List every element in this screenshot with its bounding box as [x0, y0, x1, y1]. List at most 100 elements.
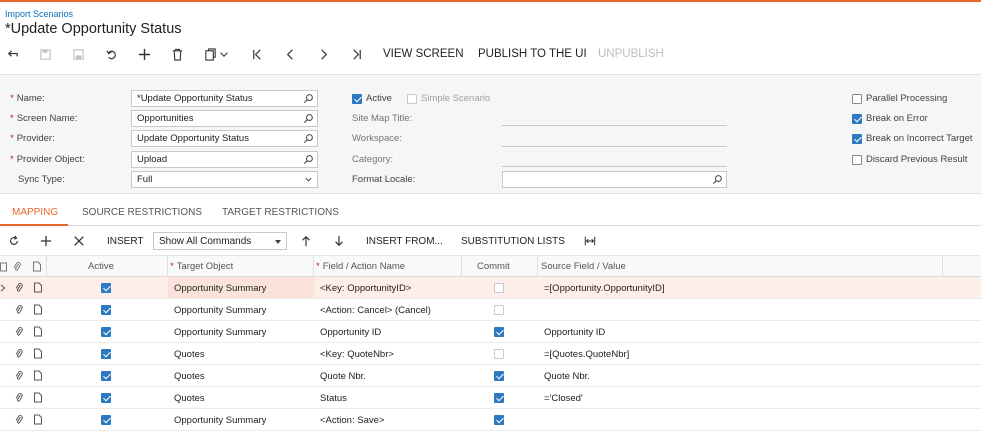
checkbox-unchecked[interactable] [852, 93, 862, 104]
break-on-error-checkbox[interactable]: Break on Error [852, 113, 928, 124]
field-action-cell[interactable]: Quote Nbr. [320, 371, 366, 382]
view-screen-button[interactable]: VIEW SCREEN [383, 48, 464, 60]
source-value-cell[interactable]: =[Quotes.QuoteNbr] [544, 349, 629, 360]
tab-mapping[interactable]: MAPPING [12, 207, 58, 218]
active-checkbox[interactable]: Active [352, 93, 392, 104]
checkbox-checked[interactable] [494, 393, 504, 403]
next-record-icon[interactable] [313, 43, 333, 65]
checkbox-checked[interactable] [494, 415, 504, 425]
checkbox-checked[interactable] [101, 349, 111, 359]
unpublish-button[interactable]: UNPUBLISH [598, 48, 664, 60]
delete-row-icon[interactable] [71, 233, 87, 249]
checkbox-unchecked[interactable] [852, 154, 862, 165]
sync-type-select[interactable]: Full [131, 171, 318, 188]
delete-icon[interactable] [167, 43, 187, 65]
paperclip-icon[interactable] [14, 370, 24, 381]
save-icon[interactable] [68, 43, 88, 65]
target-object-cell[interactable]: Opportunity Summary [174, 327, 266, 338]
table-row[interactable]: Quotes Status ='Closed' [0, 387, 981, 409]
target-object-cell[interactable]: Opportunity Summary [174, 305, 266, 316]
target-object-cell[interactable]: Opportunity Summary [174, 415, 266, 426]
checkbox-checked[interactable] [101, 305, 111, 315]
fit-columns-icon[interactable] [582, 233, 598, 249]
arrow-up-icon[interactable] [298, 233, 314, 249]
discard-previous-result-checkbox[interactable]: Discard Previous Result [852, 154, 967, 165]
note-icon[interactable] [33, 348, 43, 359]
paperclip-icon[interactable] [14, 392, 24, 403]
note-icon[interactable] [33, 304, 43, 315]
add-icon[interactable] [134, 43, 154, 65]
table-row[interactable]: Quotes Quote Nbr. Quote Nbr. [0, 365, 981, 387]
format-locale-field[interactable] [502, 171, 727, 188]
undo-icon[interactable] [101, 43, 121, 65]
arrow-down-icon[interactable] [331, 233, 347, 249]
source-value-cell[interactable]: Quote Nbr. [544, 371, 590, 382]
files-icon[interactable] [0, 261, 8, 272]
row-active-checkbox[interactable] [101, 327, 115, 340]
row-active-checkbox[interactable] [101, 283, 115, 296]
note-icon[interactable] [33, 370, 43, 381]
last-record-icon[interactable] [346, 43, 366, 65]
table-row[interactable]: Opportunity Summary <Action: Cancel> (Can… [0, 299, 981, 321]
checkbox-checked[interactable] [101, 415, 111, 425]
field-action-cell[interactable]: <Key: OpportunityID> [320, 283, 411, 294]
paperclip-icon[interactable] [14, 282, 24, 293]
checkbox-checked[interactable] [352, 93, 362, 104]
checkbox-checked[interactable] [101, 371, 111, 381]
checkbox-checked[interactable] [101, 283, 111, 293]
screen-name-field[interactable]: Opportunities [131, 110, 318, 127]
row-commit-checkbox[interactable] [494, 371, 508, 384]
add-row-icon[interactable] [38, 233, 54, 249]
field-action-cell[interactable]: <Action: Save> [320, 415, 384, 426]
row-commit-checkbox[interactable] [494, 305, 508, 318]
search-icon[interactable] [303, 93, 314, 104]
refresh-icon[interactable] [6, 233, 22, 249]
row-commit-checkbox[interactable] [494, 393, 508, 406]
header-commit[interactable]: Commit [477, 261, 510, 272]
checkbox-unchecked[interactable] [494, 283, 504, 293]
note-icon[interactable] [32, 261, 42, 272]
paperclip-icon[interactable] [14, 348, 24, 359]
show-commands-select[interactable]: Show All Commands [153, 232, 287, 250]
field-action-cell[interactable]: Status [320, 393, 347, 404]
checkbox-unchecked[interactable] [494, 349, 504, 359]
checkbox-checked[interactable] [101, 327, 111, 337]
target-object-cell[interactable]: Quotes [174, 349, 205, 360]
breadcrumb[interactable]: Import Scenarios [5, 9, 73, 19]
simple-scenario-checkbox[interactable]: Simple Scenario [407, 93, 490, 104]
note-icon[interactable] [33, 282, 43, 293]
row-commit-checkbox[interactable] [494, 327, 508, 340]
row-commit-checkbox[interactable] [494, 349, 508, 362]
back-icon[interactable] [2, 43, 22, 65]
checkbox-checked[interactable] [101, 393, 111, 403]
search-icon[interactable] [712, 174, 723, 185]
row-active-checkbox[interactable] [101, 305, 115, 318]
row-active-checkbox[interactable] [101, 415, 115, 428]
note-icon[interactable] [33, 414, 43, 425]
checkbox-checked[interactable] [494, 327, 504, 337]
source-value-cell[interactable]: ='Closed' [544, 393, 583, 404]
previous-record-icon[interactable] [280, 43, 300, 65]
checkbox-checked[interactable] [852, 113, 862, 124]
chevron-down-icon[interactable] [303, 174, 314, 185]
checkbox-unchecked[interactable] [494, 305, 504, 315]
name-field[interactable]: *Update Opportunity Status [131, 90, 318, 107]
header-source[interactable]: Source Field / Value [541, 261, 626, 272]
publish-button[interactable]: PUBLISH TO THE UI [478, 48, 587, 60]
table-row[interactable]: Opportunity Summary <Key: OpportunityID> =… [0, 277, 981, 299]
search-icon[interactable] [303, 154, 314, 165]
field-action-cell[interactable]: <Key: QuoteNbr> [320, 349, 394, 360]
tab-source-restrictions[interactable]: SOURCE RESTRICTIONS [82, 207, 202, 218]
field-action-cell[interactable]: <Action: Cancel> (Cancel) [320, 305, 431, 316]
note-icon[interactable] [33, 392, 43, 403]
row-commit-checkbox[interactable] [494, 283, 508, 296]
row-active-checkbox[interactable] [101, 393, 115, 406]
header-field-action[interactable]: * Field / Action Name [316, 261, 405, 272]
insert-from-button[interactable]: INSERT FROM... [366, 236, 443, 247]
table-row[interactable]: Opportunity Summary <Action: Save> [0, 409, 981, 431]
provider-object-field[interactable]: Upload [131, 151, 318, 168]
parallel-processing-checkbox[interactable]: Parallel Processing [852, 93, 947, 104]
first-record-icon[interactable] [247, 43, 267, 65]
row-commit-checkbox[interactable] [494, 415, 508, 428]
substitution-lists-button[interactable]: SUBSTITUTION LISTS [461, 236, 565, 247]
